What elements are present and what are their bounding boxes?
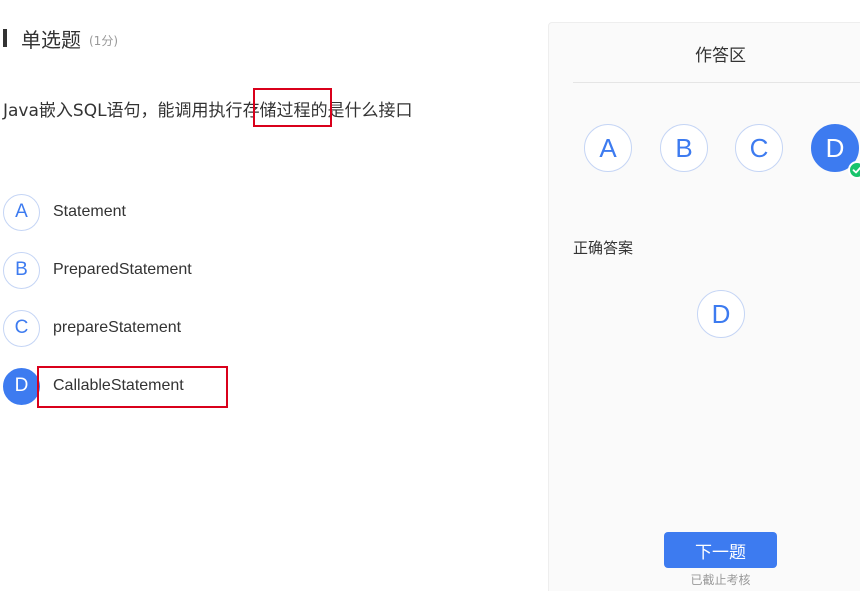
option-d-letter: D [3, 367, 40, 405]
option-a[interactable]: A Statement [3, 193, 126, 231]
option-a-letter: A [3, 193, 40, 231]
option-c-label: prepareStatement [53, 319, 182, 336]
question-header: 单选题 (1分) [0, 24, 118, 52]
checkmark-icon [848, 161, 860, 179]
option-c[interactable]: C prepareStatement [3, 309, 181, 347]
option-b-label: PreparedStatement [53, 261, 192, 278]
answer-choice-d[interactable]: D [811, 124, 860, 179]
deadline-status-text: 已截止考核 [690, 573, 751, 587]
option-c-letter: C [3, 309, 40, 347]
question-type-title: 单选题 [21, 27, 81, 52]
option-b-letter: B [3, 251, 40, 289]
panel-title: 作答区 [695, 46, 746, 66]
panel-divider [573, 82, 860, 83]
correct-answer-label: 正确答案 [573, 239, 634, 257]
question-text-before: Java嵌入SQL语句，能调用执行 [3, 101, 243, 121]
correct-answer-value: D [697, 290, 745, 338]
answer-choice-a[interactable]: A [584, 124, 632, 172]
option-b[interactable]: B PreparedStatement [3, 251, 192, 289]
answer-panel: 作答区 A B C D 正确答案 D 下一题 已截止考核 [548, 22, 860, 591]
option-d-label: CallableStatement [53, 377, 184, 394]
question-text-after: 的是什么接口 [310, 101, 413, 121]
question-text: Java嵌入SQL语句，能调用执行存储过程的是什么接口 [3, 96, 413, 121]
question-score: (1分) [89, 33, 118, 48]
option-d[interactable]: D CallableStatement [3, 367, 184, 405]
question-text-highlight: 存储过程 [242, 101, 311, 121]
answer-choice-d-letter: D [825, 132, 845, 163]
option-a-label: Statement [53, 203, 126, 220]
title-bar-marker [3, 29, 7, 47]
next-question-button[interactable]: 下一题 [664, 532, 777, 568]
answer-choice-c[interactable]: C [735, 124, 783, 172]
answer-choice-b[interactable]: B [660, 124, 708, 172]
